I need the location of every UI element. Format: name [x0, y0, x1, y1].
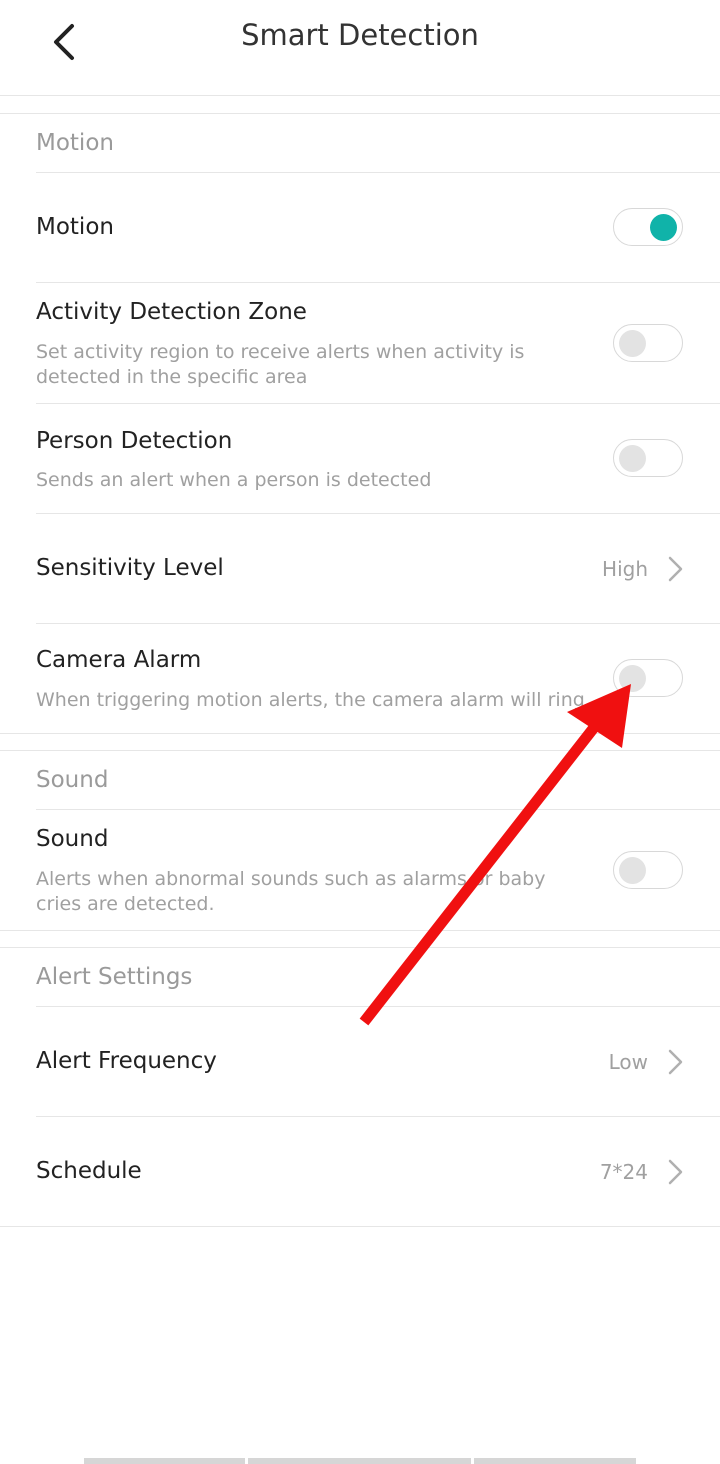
divider — [0, 1226, 720, 1227]
chevron-right-icon — [668, 1159, 683, 1185]
row-motion: Motion — [0, 173, 720, 282]
toggle-knob — [619, 445, 646, 472]
section-title-alert-settings: Alert Settings — [36, 964, 193, 990]
section-gap — [0, 96, 720, 114]
row-title: Sensitivity Level — [36, 555, 224, 581]
toggle-knob — [619, 665, 646, 692]
chevron-right-icon — [668, 556, 683, 582]
row-person-detection: Person Detection Sends an alert when a p… — [0, 404, 720, 513]
row-activity-detection-zone: Activity Detection Zone Set activity reg… — [0, 283, 720, 403]
sound-toggle[interactable] — [613, 851, 683, 889]
toggle-knob — [619, 857, 646, 884]
sensitivity-value: High — [602, 557, 648, 581]
toggle-knob — [650, 214, 677, 241]
section-gap — [0, 734, 720, 751]
row-description: Alerts when abnormal sounds such as alar… — [36, 868, 546, 915]
row-sound: Sound Alerts when abnormal sounds such a… — [0, 810, 720, 930]
section-title-sound: Sound — [36, 767, 109, 793]
row-description: When triggering motion alerts, the camer… — [36, 689, 591, 711]
top-bar: Smart Detection — [0, 0, 720, 96]
row-title: Sound — [36, 826, 109, 852]
section-title-motion: Motion — [36, 130, 114, 156]
row-title: Person Detection — [36, 428, 233, 454]
camera-alarm-toggle[interactable] — [613, 659, 683, 697]
page-title: Smart Detection — [241, 18, 479, 52]
row-description: Sends an alert when a person is detected — [36, 469, 432, 491]
row-schedule[interactable]: Schedule 7*24 — [0, 1117, 720, 1226]
activity-zone-toggle[interactable] — [613, 324, 683, 362]
bottom-nav-bar — [474, 1458, 636, 1464]
row-camera-alarm: Camera Alarm When triggering motion aler… — [0, 624, 720, 733]
row-title: Schedule — [36, 1158, 142, 1184]
row-description: Set activity region to receive alerts wh… — [36, 341, 525, 388]
row-alert-frequency[interactable]: Alert Frequency Low — [0, 1007, 720, 1116]
row-title: Motion — [36, 214, 114, 240]
row-title: Alert Frequency — [36, 1048, 217, 1074]
toggle-knob — [619, 330, 646, 357]
row-sensitivity-level[interactable]: Sensitivity Level High — [0, 514, 720, 623]
alert-frequency-value: Low — [608, 1050, 648, 1074]
motion-toggle[interactable] — [613, 208, 683, 246]
person-detection-toggle[interactable] — [613, 439, 683, 477]
chevron-right-icon — [668, 1049, 683, 1075]
bottom-nav-bar — [248, 1458, 471, 1464]
row-title: Camera Alarm — [36, 647, 202, 673]
row-title: Activity Detection Zone — [36, 299, 307, 325]
schedule-value: 7*24 — [599, 1160, 648, 1184]
bottom-nav-bar — [84, 1458, 245, 1464]
section-gap — [0, 931, 720, 948]
